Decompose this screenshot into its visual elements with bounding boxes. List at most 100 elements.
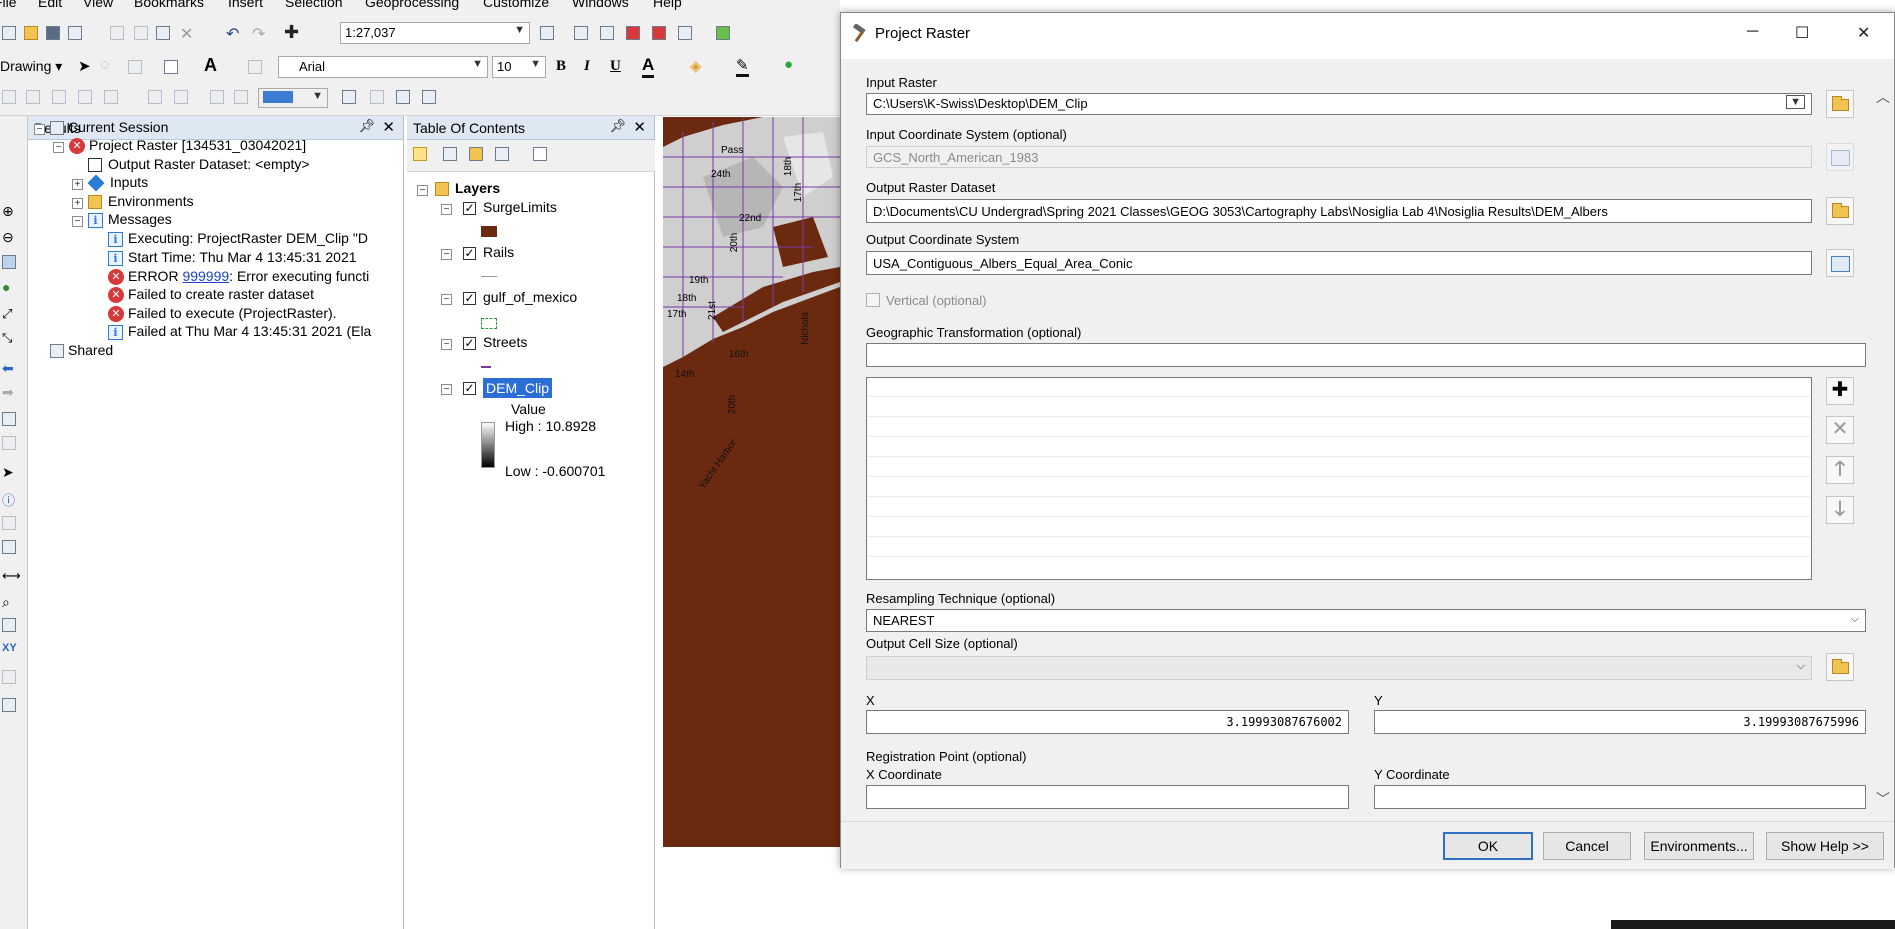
collapse-toggle-icon[interactable]: − xyxy=(441,294,452,305)
clear-selection-icon[interactable] xyxy=(2,436,16,450)
geo-transform-field[interactable] xyxy=(866,343,1866,367)
list-by-drawing-order-icon[interactable] xyxy=(413,147,427,161)
delete-icon[interactable]: ✕ xyxy=(180,24,193,44)
fixed-zoom-out-map-icon[interactable]: ⤡ xyxy=(2,330,16,345)
layer-visibility-checkbox[interactable]: ✓ xyxy=(463,292,476,305)
list-by-source-icon[interactable] xyxy=(443,147,457,161)
model-builder-icon[interactable] xyxy=(716,26,730,40)
browse-output-raster-button[interactable] xyxy=(1826,197,1854,225)
tree-messages[interactable]: i Messages xyxy=(88,209,172,229)
fill-color-icon[interactable]: ◈ xyxy=(690,57,702,75)
chevron-down-icon[interactable]: ▼ xyxy=(1786,95,1805,109)
print-icon[interactable] xyxy=(68,26,82,40)
layers-group[interactable]: Layers xyxy=(435,178,500,198)
scroll-down-icon[interactable]: ﹀ xyxy=(1876,789,1890,809)
output-cs-properties-button[interactable] xyxy=(1826,249,1854,277)
layer-name[interactable]: Rails xyxy=(483,242,514,262)
menu-view[interactable]: View xyxy=(83,0,113,10)
fixed-zoom-in-icon[interactable] xyxy=(148,90,162,104)
show-help-button[interactable]: Show Help >> xyxy=(1766,832,1884,860)
data-driven-pages-icon[interactable] xyxy=(422,90,436,104)
y-coordinate-field[interactable] xyxy=(1374,785,1866,809)
rectangle-icon[interactable] xyxy=(164,60,178,74)
menu-help[interactable]: Help xyxy=(653,0,682,10)
scroll-up-icon[interactable]: ︿ xyxy=(1876,87,1890,107)
select-elements-icon[interactable]: ➤ xyxy=(78,57,91,75)
collapse-toggle-icon[interactable]: − xyxy=(441,249,452,260)
cell-size-select[interactable]: ⌵ xyxy=(866,656,1812,680)
previous-extent-icon[interactable] xyxy=(210,90,224,104)
layer-name-selected[interactable]: DEM_Clip xyxy=(483,378,553,398)
line-color-icon[interactable]: ✎ xyxy=(736,56,749,77)
fixed-zoom-icon[interactable] xyxy=(104,90,118,104)
hyperlink-icon[interactable] xyxy=(2,516,16,530)
new-document-icon[interactable] xyxy=(2,26,16,40)
search-window-icon[interactable] xyxy=(626,26,640,40)
open-folder-icon[interactable] xyxy=(24,26,38,40)
layer-visibility-checkbox[interactable]: ✓ xyxy=(463,202,476,215)
next-extent-icon[interactable] xyxy=(234,90,248,104)
change-layout-icon[interactable] xyxy=(396,90,410,104)
tree-shared[interactable]: Shared xyxy=(50,340,113,360)
drawing-menu[interactable]: Drawing ▾ xyxy=(0,58,62,75)
menu-bookmarks[interactable]: Bookmarks xyxy=(134,0,204,10)
pin-icon[interactable]: 📌︎ xyxy=(609,118,626,134)
pan-icon[interactable] xyxy=(2,255,16,269)
message-error[interactable]: ✕ ERROR 999999: Error executing functi xyxy=(108,266,369,286)
layer-visibility-checkbox[interactable]: ✓ xyxy=(463,382,476,395)
output-cs-field[interactable]: USA_Contiguous_Albers_Equal_Area_Conic xyxy=(866,251,1812,275)
pan-layout-icon[interactable] xyxy=(52,90,66,104)
list-by-selection-icon[interactable] xyxy=(495,147,509,161)
redo-icon[interactable]: ↷ xyxy=(252,24,265,44)
tree-current-session[interactable]: Current Session xyxy=(50,117,168,137)
collapse-toggle-icon[interactable]: − xyxy=(441,204,452,215)
message-start-time[interactable]: i Start Time: Thu Mar 4 13:45:31 2021 xyxy=(108,247,357,267)
collapse-toggle-icon[interactable]: − xyxy=(72,216,83,227)
input-raster-field[interactable]: C:\Users\K-Swiss\Desktop\DEM_Clip ▼ xyxy=(866,93,1812,115)
add-icon[interactable]: ✚ xyxy=(1826,377,1854,405)
geo-transform-list[interactable] xyxy=(866,377,1812,580)
identify-icon[interactable]: ⓘ xyxy=(2,490,16,508)
tree-environments[interactable]: Environments xyxy=(88,191,194,211)
message-failed-execute[interactable]: ✕ Failed to execute (ProjectRaster). xyxy=(108,303,337,323)
collapse-toggle-icon[interactable]: − xyxy=(34,124,45,135)
message-executing[interactable]: i Executing: ProjectRaster DEM_Clip "D xyxy=(108,228,368,248)
map-scale-combo[interactable]: 1:27,037 ▼ xyxy=(340,22,530,44)
zoom-whole-page-icon[interactable] xyxy=(128,60,142,74)
italic-button[interactable]: I xyxy=(584,58,590,75)
browse-input-raster-button[interactable] xyxy=(1826,90,1854,118)
zoom-out-icon[interactable]: ⊖ xyxy=(2,229,16,245)
font-size-combo[interactable]: 10 ▼ xyxy=(492,56,546,78)
zoom-in-layout-icon[interactable] xyxy=(2,90,16,104)
find-icon[interactable]: ⌕ xyxy=(2,594,16,610)
python-window-icon[interactable] xyxy=(678,26,692,40)
catalog-icon[interactable] xyxy=(600,26,614,40)
collapse-toggle-icon[interactable]: − xyxy=(53,142,64,153)
close-icon[interactable]: ✕ xyxy=(633,118,646,136)
tree-output-item[interactable]: Output Raster Dataset: <empty> xyxy=(88,154,310,174)
marker-color-icon[interactable]: ● xyxy=(784,56,793,73)
x-coordinate-field[interactable] xyxy=(866,785,1349,809)
map-view[interactable]: Pass 24th 22nd 18th 17th 20th 19th 18th … xyxy=(660,116,840,929)
editor-toolbar-icon[interactable] xyxy=(540,26,554,40)
ok-button[interactable]: OK xyxy=(1443,832,1533,860)
collapse-toggle-icon[interactable]: − xyxy=(441,384,452,395)
layer-name[interactable]: gulf_of_mexico xyxy=(483,287,577,307)
paste-icon[interactable] xyxy=(156,26,170,40)
copy-icon[interactable] xyxy=(134,26,148,40)
forward-extent-icon[interactable]: ➡ xyxy=(2,384,16,400)
back-extent-icon[interactable]: ⬅ xyxy=(2,360,16,376)
create-viewer-window-icon[interactable] xyxy=(2,698,16,712)
cut-icon[interactable] xyxy=(110,26,124,40)
undo-icon[interactable]: ↶ xyxy=(226,24,239,44)
find-route-icon[interactable] xyxy=(2,618,16,632)
collapse-toggle-icon[interactable]: − xyxy=(441,339,452,350)
list-by-visibility-icon[interactable] xyxy=(469,147,483,161)
minimize-icon[interactable]: ─ xyxy=(1747,23,1758,41)
dialog-scrollbar[interactable]: ︿ ﹀ xyxy=(1872,59,1894,819)
expand-toggle-icon[interactable]: + xyxy=(72,198,83,209)
zoom-out-layout-icon[interactable] xyxy=(26,90,40,104)
menu-windows[interactable]: Windows xyxy=(572,0,629,10)
close-icon[interactable]: ✕ xyxy=(382,118,395,136)
save-icon[interactable] xyxy=(46,26,60,40)
